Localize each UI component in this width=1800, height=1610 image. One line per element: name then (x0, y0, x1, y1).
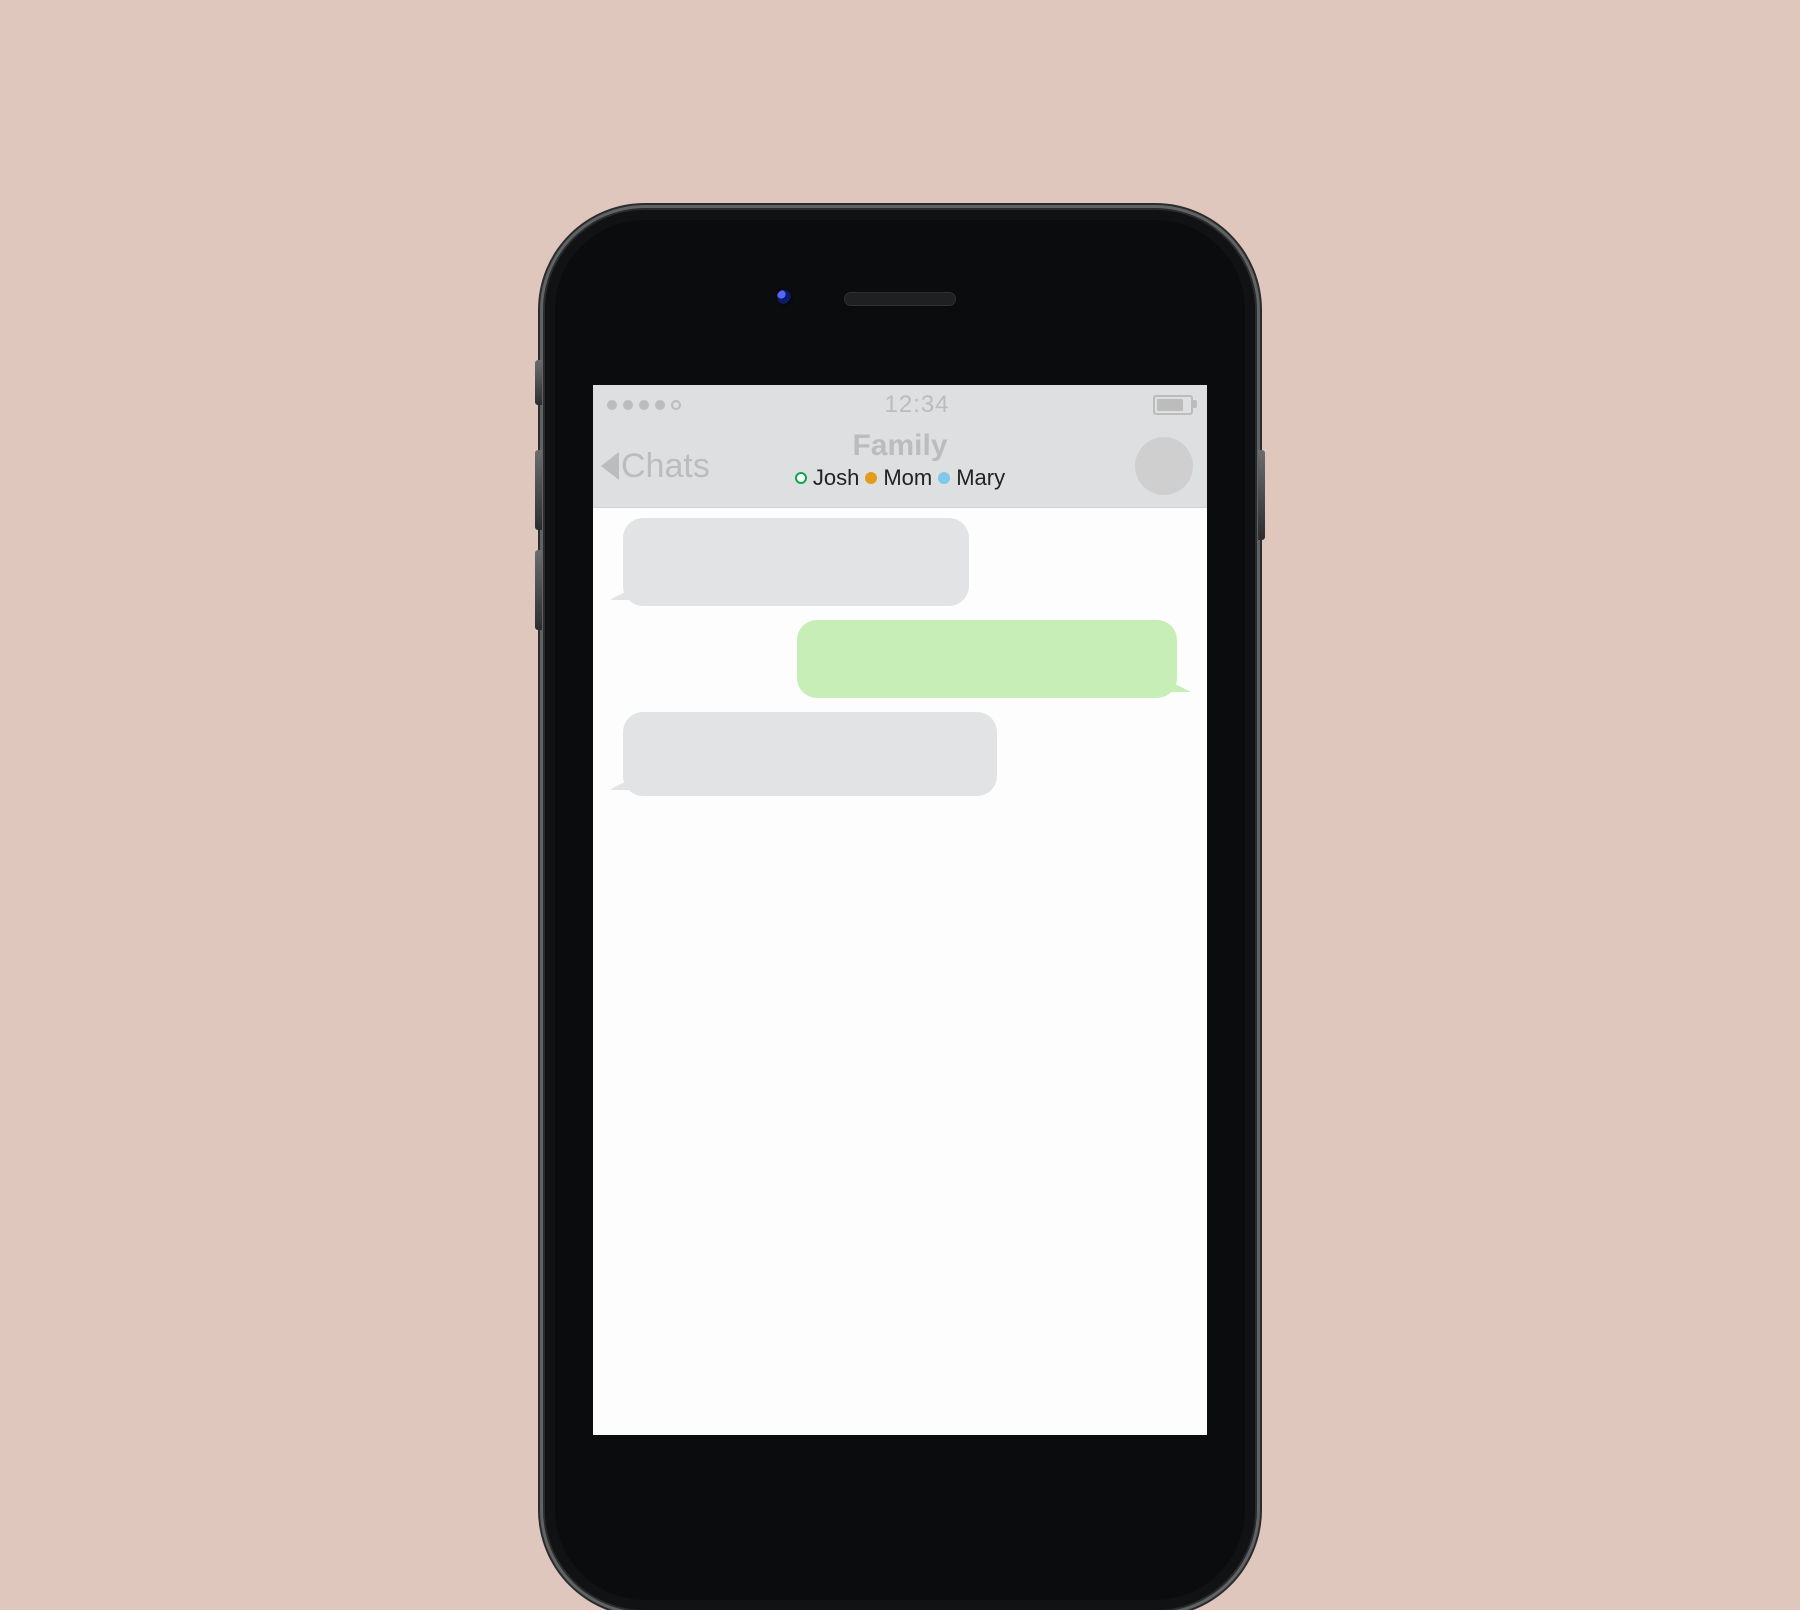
presence-dot-icon (938, 472, 950, 484)
front-camera-icon (775, 288, 793, 306)
power-button[interactable] (1258, 450, 1265, 540)
bubble-tail-icon (1171, 682, 1191, 692)
chat-header: Chats Family Josh Mom Mary (593, 425, 1207, 508)
member-name: Mom (883, 465, 932, 491)
member-name: Josh (813, 465, 859, 491)
status-time: 12:34 (884, 391, 949, 419)
chat-avatar[interactable] (1135, 437, 1193, 495)
phone-device-frame: 12:34 Chats Family Josh Mom Mary (545, 210, 1255, 1610)
phone-screen: 12:34 Chats Family Josh Mom Mary (593, 385, 1207, 1435)
member-name: Mary (956, 465, 1005, 491)
earpiece-speaker-icon (844, 292, 956, 306)
volume-up-button[interactable] (535, 450, 542, 530)
message-bubble-outgoing[interactable] (797, 620, 1177, 698)
message-bubble-incoming[interactable] (623, 518, 969, 606)
mute-switch[interactable] (535, 360, 542, 405)
presence-dot-icon (865, 472, 877, 484)
bubble-tail-icon (609, 590, 629, 600)
status-bar: 12:34 (593, 385, 1207, 425)
bubble-tail-icon (609, 780, 629, 790)
battery-icon (1153, 395, 1193, 415)
message-bubble-incoming[interactable] (623, 712, 997, 796)
presence-dot-icon (795, 472, 807, 484)
signal-strength-icon (607, 400, 681, 410)
message-thread[interactable] (593, 508, 1207, 806)
volume-down-button[interactable] (535, 550, 542, 630)
chat-members[interactable]: Josh Mom Mary (593, 465, 1207, 491)
